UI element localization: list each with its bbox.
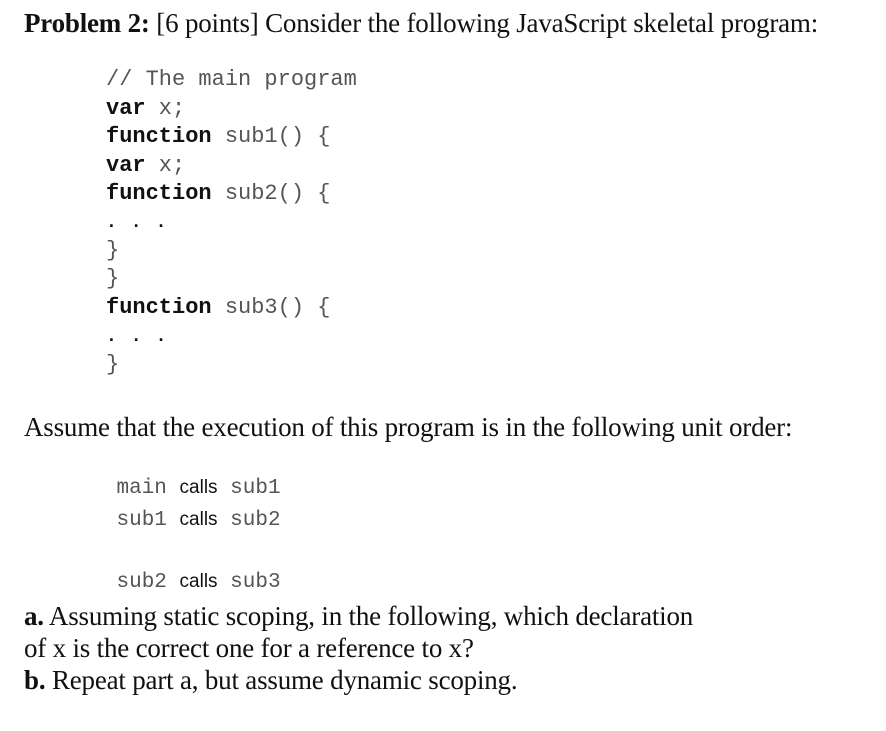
- callee: sub3: [230, 571, 281, 594]
- call-order-item: sub1 calls sub2: [106, 476, 281, 535]
- keyword-var: var: [106, 153, 146, 178]
- code-line-var-x-global: var x;: [106, 95, 185, 123]
- question-a-line2: of x is the correct one for a reference …: [24, 633, 474, 663]
- code-close-sub3: }: [106, 352, 120, 377]
- problem-points: [6 points]: [156, 8, 259, 38]
- calls-verb: calls: [179, 509, 218, 530]
- question-a-line1: a. Assuming static scoping, in the follo…: [24, 600, 693, 632]
- assume-text: Assume that the execution of this progra…: [24, 412, 793, 442]
- code-text: sub2() {: [211, 181, 331, 206]
- code-line-sub2: function sub2() {: [106, 180, 330, 208]
- code-comment: // The main program: [106, 67, 357, 92]
- code-text: sub3() {: [211, 295, 331, 320]
- problem-label: Problem 2:: [24, 8, 150, 38]
- keyword-function: function: [106, 124, 212, 149]
- question-b-label: b.: [24, 665, 46, 695]
- keyword-function: function: [106, 295, 212, 320]
- caller: sub1: [116, 509, 167, 532]
- question-a-label: a.: [24, 601, 44, 631]
- code-text: x;: [145, 153, 186, 178]
- question-b-text: Repeat part a, but assume dynamic scopin…: [51, 665, 518, 695]
- problem-heading: Problem 2: [6 points] Consider the follo…: [24, 6, 818, 40]
- code-close-sub2: }: [106, 238, 120, 263]
- code-text: x;: [145, 96, 186, 121]
- code-line-sub3: function sub3() {: [106, 294, 330, 322]
- code-line-var-x-sub1: var x;: [106, 152, 185, 180]
- code-close-sub1: }: [106, 266, 120, 291]
- question-a-text: Assuming static scoping, in the followin…: [48, 601, 694, 631]
- call-order-item: sub2 calls sub3: [106, 538, 281, 597]
- problem-text: Consider the following JavaScript skelet…: [265, 8, 819, 38]
- calls-verb: calls: [179, 571, 218, 592]
- code-ellipsis-sub3: ...: [106, 327, 181, 347]
- keyword-var: var: [106, 96, 146, 121]
- question-b: b. Repeat part a, but assume dynamic sco…: [24, 664, 518, 696]
- keyword-function: function: [106, 181, 212, 206]
- code-text: sub1() {: [211, 124, 331, 149]
- code-ellipsis-sub2: ...: [106, 213, 181, 233]
- code-line-sub1: function sub1() {: [106, 123, 330, 151]
- callee: sub2: [230, 509, 281, 532]
- caller: sub2: [116, 571, 167, 594]
